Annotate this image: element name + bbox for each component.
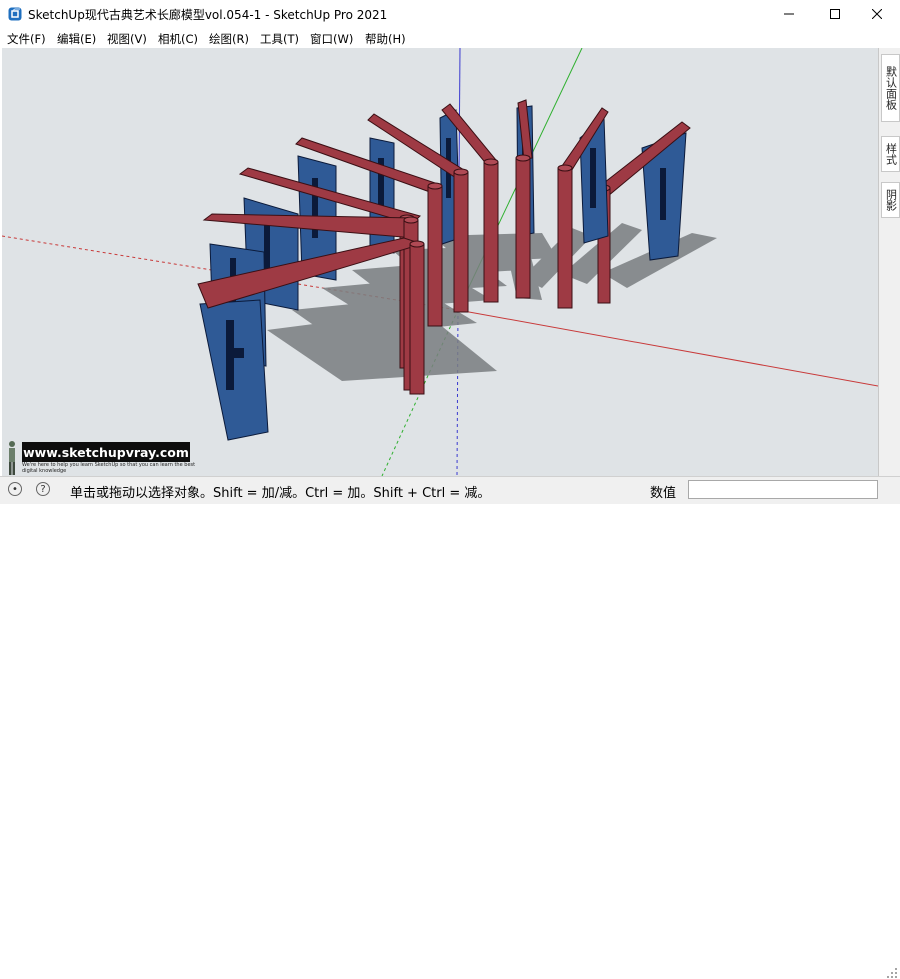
tab-shadows[interactable]: 阴影 [881, 182, 900, 218]
menu-edit[interactable]: 编辑(E) [57, 31, 96, 47]
tab-styles[interactable]: 样式 [881, 136, 900, 172]
model-viewport[interactable] [2, 48, 878, 476]
status-hint: 单击或拖动以选择对象。Shift = 加/减。Ctrl = 加。Shift + … [70, 486, 491, 501]
menu-camera[interactable]: 相机(C) [158, 31, 198, 47]
menu-file[interactable]: 文件(F) [7, 31, 46, 47]
menu-view[interactable]: 视图(V) [107, 31, 147, 47]
person-figure-icon [9, 441, 15, 475]
menu-window[interactable]: 窗口(W) [310, 31, 353, 47]
window-title: SketchUp现代古典艺术长廊模型vol.054-1 - SketchUp P… [28, 8, 388, 22]
menu-bar: 文件(F) 编辑(E) 视图(V) 相机(C) 绘图(R) 工具(T) 窗口(W… [0, 28, 900, 48]
menu-help[interactable]: 帮助(H) [365, 31, 406, 47]
measurements-label: 数值 [650, 486, 677, 501]
resize-grip-icon[interactable] [886, 967, 898, 979]
scene-drawing [2, 48, 878, 476]
info-icon[interactable]: ? [36, 482, 50, 496]
watermark-tagline: We're here to help you learn SketchUp so… [22, 462, 196, 474]
status-bar: • ? 单击或拖动以选择对象。Shift = 加/减。Ctrl = 加。Shif… [0, 476, 900, 978]
geo-location-icon[interactable]: • [8, 482, 22, 496]
red-axis [457, 309, 878, 387]
menu-draw[interactable]: 绘图(R) [209, 31, 249, 47]
tab-default-tray[interactable]: 默认面板 [881, 54, 900, 122]
maximize-icon [830, 9, 840, 19]
close-button[interactable] [854, 0, 900, 28]
minimize-icon [784, 13, 794, 15]
maximize-button[interactable] [812, 0, 858, 28]
title-bar: SketchUp现代古典艺术长廊模型vol.054-1 - SketchUp P… [0, 0, 900, 28]
menu-tools[interactable]: 工具(T) [260, 31, 299, 47]
measurements-input[interactable] [688, 480, 878, 499]
watermark-site: www.sketchupvray.com [22, 442, 190, 462]
tray-panel: 默认面板 样式 阴影 [878, 48, 900, 476]
minimize-button[interactable] [766, 0, 812, 28]
close-icon [872, 9, 882, 19]
blue-axis-negative [456, 309, 459, 476]
sketchup-logo-icon [8, 7, 22, 21]
